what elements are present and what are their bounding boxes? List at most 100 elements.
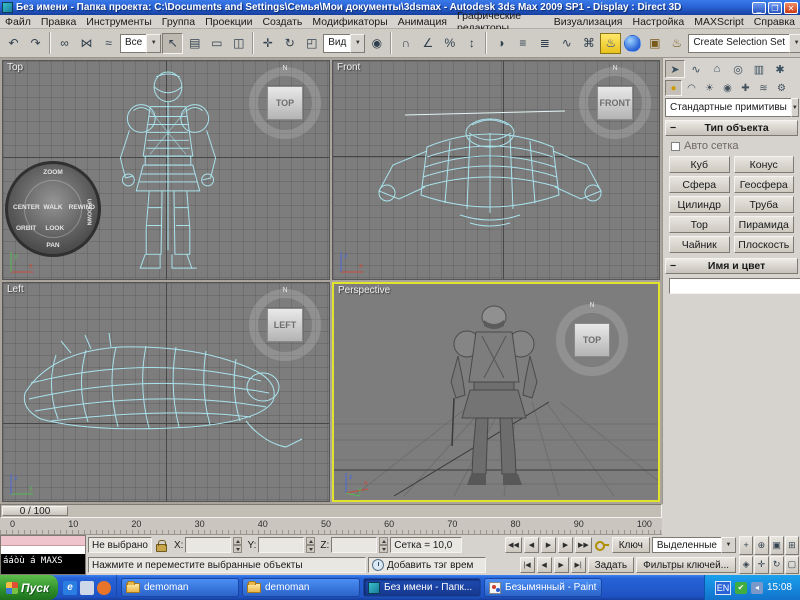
sphere-button[interactable]: Сфера [669,176,730,193]
viewcube[interactable]: N FRONT [579,67,651,139]
rollout-name-color[interactable]: − Имя и цвет [665,258,798,274]
set-key-icon[interactable] [594,538,610,552]
set-key-button[interactable]: Задать [588,557,635,573]
tab-create[interactable]: ➤ [665,60,685,78]
object-category-dropdown[interactable]: Стандартные примитивы ▼ [665,98,797,117]
security-tray-icon[interactable]: ✔ [735,582,747,594]
taskbar-window-3dsmax[interactable]: Без имени - Папк... [363,578,481,597]
category-shapes-icon[interactable]: ◠ [683,80,700,96]
shaded-model-perspective[interactable] [434,302,554,488]
percent-snap-icon[interactable]: % [439,33,460,54]
cone-button[interactable]: Конус [734,156,795,173]
tube-button[interactable]: Труба [734,196,795,213]
viewcube-face-label[interactable]: LEFT [267,308,303,342]
orbit-icon[interactable]: ↻ [770,556,784,575]
z-coordinate-field[interactable] [331,537,377,553]
key-selection-dropdown[interactable]: Выделенные ▼ [652,537,736,553]
cylinder-button[interactable]: Цилиндр [669,196,730,213]
viewport-top[interactable]: Top N TOP ZOOM [2,60,330,280]
pyramid-button[interactable]: Пирамида [734,216,795,233]
tab-hierarchy[interactable]: ⌂ [707,60,727,78]
listener-text[interactable]: ááòù á MAXS [1,554,85,574]
collapse-icon[interactable]: − [670,122,676,134]
category-systems-icon[interactable]: ⚙ [773,80,790,96]
taskbar-window-demoman-2[interactable]: demoman [242,578,360,597]
collapse-icon[interactable]: − [670,260,676,272]
play-button[interactable]: ▶ [541,537,556,553]
show-desktop-icon[interactable] [80,581,94,595]
time-slider-track[interactable]: 0 / 100 [0,504,662,518]
schematic-view-icon[interactable]: ⌘ [578,33,599,54]
key-filters-button[interactable]: Фильтры ключей... [636,557,736,573]
chevron-down-icon[interactable]: ▼ [791,98,799,117]
wheel-updown[interactable]: UP/DOWN [86,199,92,226]
geosphere-button[interactable]: Геосфера [734,176,795,193]
undo-icon[interactable]: ↶ [3,33,24,54]
viewcube-face-label[interactable]: TOP [267,86,303,120]
menu-group[interactable]: Группа [157,16,200,28]
start-button[interactable]: Пуск [0,575,58,600]
x-coordinate-field[interactable] [185,537,231,553]
mirror-icon[interactable]: ◑ [490,33,511,54]
menu-customize[interactable]: Настройка [628,16,690,28]
viewcube-face-label[interactable]: TOP [574,323,610,357]
viewport-label[interactable]: Front [337,62,360,73]
zoom-icon[interactable]: + [739,536,753,555]
select-by-name-icon[interactable]: ▤ [184,33,205,54]
snap-toggle-icon[interactable]: ∩ [395,33,416,54]
wireframe-model-front[interactable] [365,103,615,243]
category-spacewarps-icon[interactable]: ≋ [755,80,772,96]
wheel-zoom[interactable]: ZOOM [43,169,63,176]
box-button[interactable]: Куб [669,156,730,173]
object-name-input[interactable] [669,278,800,294]
torus-button[interactable]: Тор [669,216,730,233]
next-frame-button[interactable]: ▶ [558,537,573,553]
go-to-start-button[interactable]: ◀◀ [505,537,522,553]
viewport-perspective[interactable]: Perspective N TOP xzy [332,282,660,502]
field-of-view-icon[interactable]: ◈ [739,556,753,575]
taskbar-window-demoman-1[interactable]: demoman [121,578,239,597]
taskbar-clock[interactable]: 15:08 [767,582,792,593]
auto-key-button[interactable]: Ключ [612,537,650,553]
quick-render-icon[interactable]: ♨ [666,33,687,54]
tab-motion[interactable]: ◎ [728,60,748,78]
menu-views[interactable]: Проекции [200,16,257,28]
viewport-front[interactable]: Front N FRONT xz [332,60,660,280]
zoom-all-icon[interactable]: ⊕ [754,536,768,555]
rotate-icon[interactable]: ↻ [279,33,300,54]
layer-manager-icon[interactable]: ≣ [534,33,555,54]
chevron-down-icon[interactable]: ▼ [350,34,365,53]
category-geometry-icon[interactable]: ● [665,80,682,96]
wheel-walk[interactable]: WALK [43,204,62,211]
frame-prev-button[interactable]: ◀ [537,557,552,573]
viewcube[interactable]: N TOP [556,304,628,376]
plane-button[interactable]: Плоскость [734,236,795,253]
pan-icon[interactable]: ✛ [754,556,768,575]
redo-icon[interactable]: ↷ [25,33,46,54]
tab-utilities[interactable]: ✱ [770,60,790,78]
wheel-center[interactable]: CENTER [13,204,40,211]
time-slider-button[interactable]: 0 / 100 [2,506,68,516]
rendered-frame-icon[interactable]: ▣ [644,33,665,54]
minimize-button[interactable]: _ [752,2,766,14]
viewcube[interactable]: N TOP [249,67,321,139]
frame-end-button[interactable]: ▶| [571,557,586,573]
x-spinner[interactable] [233,537,242,553]
volume-tray-icon[interactable]: ◂ [751,582,763,594]
align-icon[interactable]: ≡ [512,33,533,54]
track-bar[interactable]: 0 10 20 30 40 50 60 70 80 90 100 [0,518,662,535]
link-icon[interactable]: ∞ [54,33,75,54]
viewcube[interactable]: N LEFT [249,289,321,361]
macro-recorder-line[interactable] [1,536,85,546]
category-lights-icon[interactable]: ☀ [701,80,718,96]
media-player-icon[interactable] [97,581,111,595]
reference-coordinate-dropdown[interactable]: Вид ▼ [323,34,365,53]
viewport-label[interactable]: Left [7,284,24,295]
teapot-button[interactable]: Чайник [669,236,730,253]
unlink-icon[interactable]: ⋈ [76,33,97,54]
menu-animation[interactable]: Анимация [393,16,452,28]
rollout-object-type[interactable]: − Тип объекта [665,120,798,136]
wheel-look[interactable]: LOOK [45,225,64,232]
autogrid-checkbox[interactable] [671,142,680,151]
named-selection-sets-dropdown[interactable]: Create Selection Set ▼ [688,34,800,53]
